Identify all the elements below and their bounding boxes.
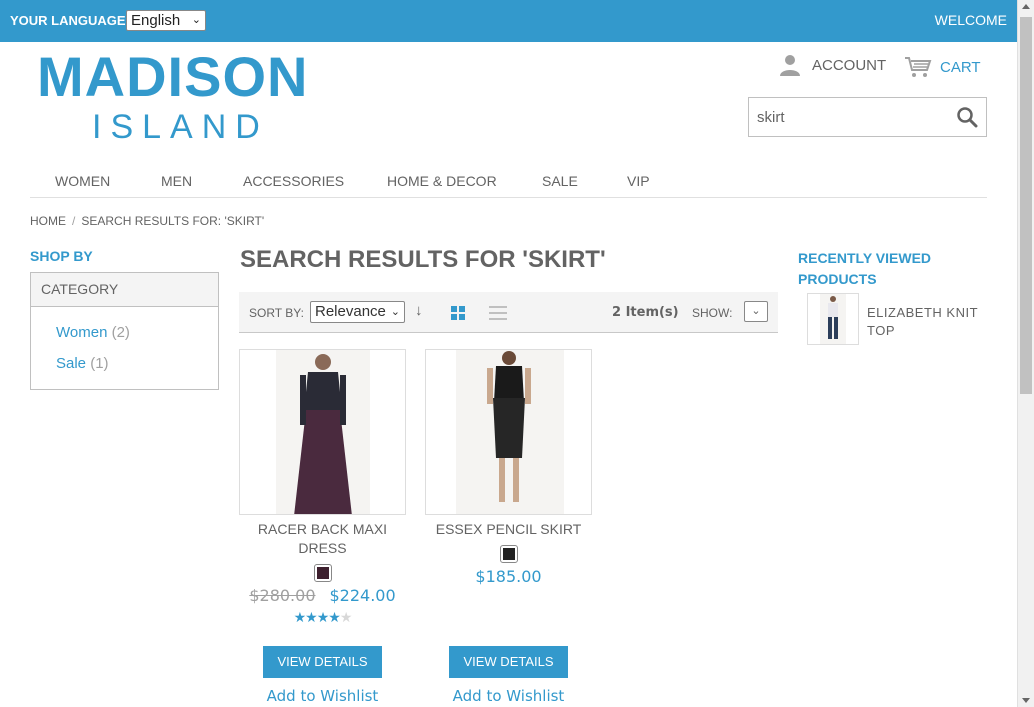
welcome-text: WELCOME (934, 12, 1007, 28)
category-item-count: (1) (90, 355, 109, 372)
show-label: SHOW: (692, 306, 733, 320)
page-scrollbar[interactable] (1017, 0, 1034, 707)
nav-item-men[interactable]: MEN (161, 173, 192, 189)
results-toolbar: SORT BY: Relevance ⌄ ↓ 2 Item(s) SHOW: ⌄ (239, 292, 778, 333)
sort-by-value: Relevance (315, 303, 386, 320)
old-price: $280.00 (249, 586, 316, 605)
chevron-down-icon: ⌄ (751, 305, 761, 317)
account-link[interactable]: ACCOUNT (778, 54, 886, 76)
page-title: SEARCH RESULTS FOR 'SKIRT' (240, 246, 606, 273)
show-limit-select[interactable]: ⌄ (744, 301, 768, 322)
product-photo-dress (276, 350, 370, 514)
category-item-label: Sale (56, 355, 87, 372)
color-swatch-fill (316, 567, 329, 579)
top-bar: YOUR LANGUAGE: English ⌄ WELCOME (0, 0, 1034, 42)
nav-item-home-decor[interactable]: HOME & DECOR (387, 173, 497, 189)
add-to-wishlist-link[interactable]: Add to Wishlist (239, 687, 406, 705)
breadcrumb-home[interactable]: HOME (30, 214, 66, 228)
product-image[interactable] (425, 349, 592, 515)
product-price: $280.00 $224.00 (239, 586, 406, 605)
recently-viewed-heading-line2: PRODUCTS (798, 271, 877, 287)
color-swatch-fill (502, 548, 515, 560)
language-select-value: English (131, 12, 181, 29)
recently-viewed-item-name-line2: TOP (867, 323, 895, 338)
search-icon[interactable] (956, 106, 978, 128)
product-card: RACER BACK MAXI DRESS $280.00 $224.00 ★★★… (239, 349, 406, 626)
logo[interactable]: MADISON (37, 44, 308, 109)
product-image[interactable] (239, 349, 406, 515)
recently-viewed-thumbnail[interactable] (807, 293, 859, 345)
sort-by-select[interactable]: Relevance ⌄ (310, 301, 405, 323)
nav-item-women[interactable]: WOMEN (55, 173, 110, 189)
account-label: ACCOUNT (812, 56, 887, 74)
list-view-icon[interactable] (489, 306, 507, 320)
cart-link[interactable]: CART (904, 56, 981, 78)
color-swatch[interactable] (313, 564, 332, 582)
category-item-sale[interactable]: Sale (1) (56, 355, 109, 372)
recently-viewed-item-name[interactable]: ELIZABETH KNIT TOP (867, 304, 978, 340)
category-item-label: Women (56, 324, 108, 341)
grid-view-icon[interactable] (451, 306, 465, 320)
category-header[interactable]: CATEGORY (31, 273, 218, 307)
search-box[interactable]: skirt (748, 97, 987, 137)
scrollbar-thumb[interactable] (1020, 17, 1032, 394)
item-count: 2 Item(s) (612, 305, 679, 320)
view-details-button[interactable]: VIEW DETAILS (449, 646, 568, 678)
nav-item-vip[interactable]: VIP (627, 173, 650, 189)
language-select[interactable]: English ⌄ (126, 10, 206, 31)
special-price: $224.00 (329, 586, 396, 605)
star-filled-icon: ★★★★ (293, 609, 341, 625)
product-name[interactable]: ESSEX PENCIL SKIRT (425, 520, 592, 539)
category-item-count: (2) (111, 324, 130, 341)
breadcrumb-separator: / (72, 214, 76, 228)
scroll-down-icon[interactable] (1022, 698, 1030, 703)
star-empty-icon: ★ (339, 609, 353, 625)
product-photo-skirt (456, 350, 564, 514)
cart-label: CART (940, 58, 981, 76)
cart-icon (905, 57, 932, 77)
recently-viewed-heading-line1: RECENTLY VIEWED (798, 250, 932, 266)
language-label: YOUR LANGUAGE: (10, 13, 130, 28)
category-filter: CATEGORY Women (2) Sale (1) (30, 272, 219, 390)
search-input[interactable]: skirt (757, 109, 785, 126)
shop-by-heading: SHOP BY (30, 248, 93, 264)
user-icon (780, 55, 800, 76)
product-photo-top (820, 294, 846, 344)
regular-price: $185.00 (475, 567, 542, 586)
rating-stars: ★★★★★ (239, 609, 406, 626)
nav-item-accessories[interactable]: ACCESSORIES (243, 173, 344, 189)
sort-direction-icon[interactable]: ↓ (415, 302, 423, 319)
sort-by-label: SORT BY: (249, 306, 304, 320)
product-price: $185.00 (425, 567, 592, 586)
nav-item-sale[interactable]: SALE (542, 173, 578, 189)
chevron-down-icon: ⌄ (191, 14, 201, 26)
recently-viewed-heading: RECENTLY VIEWED PRODUCTS (798, 248, 931, 290)
color-swatch[interactable] (499, 545, 518, 563)
main-nav: WOMEN MEN ACCESSORIES HOME & DECOR SALE … (30, 165, 987, 198)
scroll-up-icon[interactable] (1022, 4, 1030, 9)
logo-subtitle[interactable]: ISLAND (92, 108, 269, 147)
chevron-down-icon: ⌄ (390, 306, 400, 318)
view-details-button[interactable]: VIEW DETAILS (263, 646, 382, 678)
product-name[interactable]: RACER BACK MAXI DRESS (239, 520, 406, 558)
breadcrumb: HOME / SEARCH RESULTS FOR: 'SKIRT' (30, 214, 264, 228)
product-card: ESSEX PENCIL SKIRT $185.00 (425, 349, 592, 586)
add-to-wishlist-link[interactable]: Add to Wishlist (425, 687, 592, 705)
recently-viewed-item-name-line1: ELIZABETH KNIT (867, 305, 979, 320)
category-item-women[interactable]: Women (2) (56, 324, 130, 341)
breadcrumb-current: SEARCH RESULTS FOR: 'SKIRT' (81, 214, 265, 228)
